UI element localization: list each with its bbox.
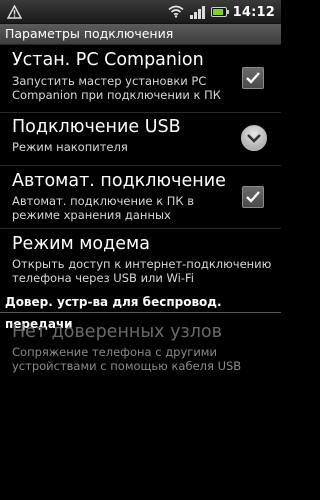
pc-companion-checkbox[interactable] [242, 67, 264, 89]
trusted-nodes-title: Нет доверенных узлов [12, 322, 222, 342]
wifi-icon [168, 3, 184, 22]
screen-title-bar: Параметры подключения [0, 24, 281, 45]
pc-companion-setting[interactable]: Устан. PC Companion Запустить мастер уст… [0, 45, 281, 113]
warning-icon [6, 4, 23, 23]
trusted-devices-section-header: Довер. устр-ва для беспровод. передачи [0, 291, 281, 331]
modem-mode-setting[interactable]: Режим модема Открыть доступ к интернет-п… [0, 229, 281, 291]
usb-connection-summary: Режим накопителя [12, 140, 128, 154]
auto-connect-title: Автомат. подключение [12, 171, 226, 191]
auto-connect-summary: Автомат. подключение к ПК в режиме хране… [12, 194, 195, 222]
auto-connect-checkbox[interactable] [242, 186, 264, 208]
status-bar: 14:12 [0, 0, 281, 24]
battery-icon [210, 7, 229, 17]
clock-time: 14:12 [232, 4, 275, 20]
modem-mode-summary: Открыть доступ к интернет-подключению те… [12, 257, 272, 285]
usb-connection-setting[interactable]: Подключение USB Режим накопителя [0, 113, 281, 166]
trusted-nodes-item: Нет доверенных узлов Сопряжение телефона… [0, 313, 281, 373]
chevron-down-icon[interactable] [241, 125, 267, 151]
page-title: Параметры подключения [5, 26, 174, 41]
pc-companion-summary: Запустить мастер установки PC Companion … [12, 74, 221, 102]
pc-companion-title: Устан. PC Companion [12, 50, 204, 70]
signal-bars-icon [189, 5, 205, 19]
auto-connect-setting[interactable]: Автомат. подключение Автомат. подключени… [0, 166, 281, 229]
modem-mode-title: Режим модема [12, 234, 150, 254]
trusted-nodes-summary: Сопряжение телефона с другими устройства… [12, 345, 242, 373]
